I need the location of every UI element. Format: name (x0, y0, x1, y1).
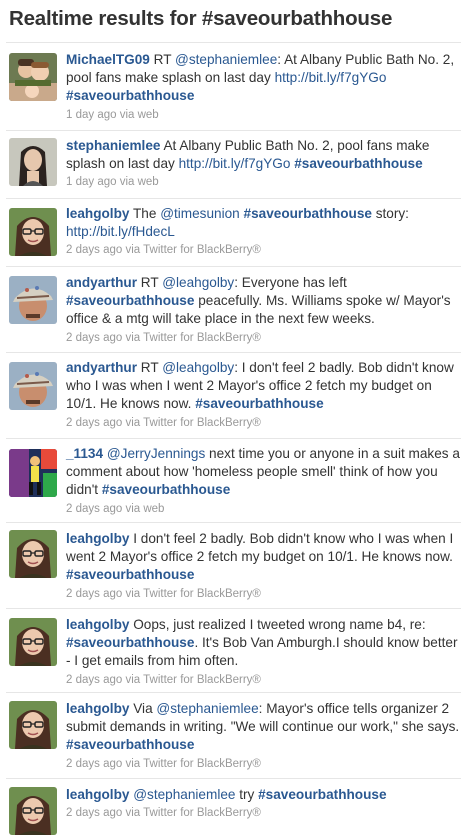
tweet-text: try (235, 787, 259, 802)
mention-link[interactable]: @timesunion (160, 206, 240, 221)
tweet-item: stephaniemlee At Albany Public Bath No. … (6, 131, 461, 199)
tweet-text: Via (129, 701, 157, 716)
tweet-text: RT (137, 360, 163, 375)
tweet-item: leahgolby Via @stephaniemlee: Mayor's of… (6, 693, 461, 779)
tweet-username-link[interactable]: _1134 (66, 446, 103, 461)
tweet-meta: 1 day ago via web (66, 176, 159, 189)
tweet-meta: 2 days ago via Twitter for BlackBerry® (66, 416, 261, 429)
tweet-meta: 2 days ago via Twitter for BlackBerry® (66, 331, 261, 344)
mention-link[interactable]: @stephaniemlee (175, 52, 277, 67)
avatar-man-cap[interactable] (9, 362, 57, 410)
tweet-item: MichaelTG09 RT @stephaniemlee: At Albany… (6, 43, 461, 131)
tweet-item: leahgolby I don't feel 2 badly. Bob didn… (6, 523, 461, 609)
tweet-item: _1134 @JerryJennings next time you or an… (6, 439, 461, 523)
tweet-username-link[interactable]: andyarthur (66, 360, 137, 375)
tweet-text: RT (137, 275, 163, 290)
mention-link[interactable]: @leahgolby (162, 275, 234, 290)
tweet-item: leahgolby @stephaniemlee try #saveourbat… (6, 779, 461, 840)
hashtag-link[interactable]: #saveourbathhouse (102, 482, 230, 497)
tweet-item: leahgolby The @timesunion #saveourbathho… (6, 199, 461, 267)
url-link[interactable]: http://bit.ly/fHdecL (66, 224, 175, 239)
tweet-item: leahgolby Oops, just realized I tweeted … (6, 609, 461, 693)
avatar-woman-glasses[interactable] (9, 618, 57, 666)
tweet-meta: 2 days ago via web (66, 502, 165, 515)
tweet-text: The (129, 206, 161, 221)
tweet-body: andyarthur RT @leahgolby: Everyone has l… (66, 274, 461, 346)
avatar-figure-art[interactable] (9, 449, 57, 497)
tweet-list: MichaelTG09 RT @stephaniemlee: At Albany… (0, 43, 465, 840)
tweet-body: leahgolby Via @stephaniemlee: Mayor's of… (66, 700, 461, 772)
tweet-username-link[interactable]: leahgolby (66, 531, 129, 546)
tweet-body: _1134 @JerryJennings next time you or an… (66, 445, 461, 517)
url-link[interactable]: http://bit.ly/f7gYGo (179, 156, 291, 171)
tweet-text: story: (371, 206, 409, 221)
hashtag-link[interactable]: #saveourbathhouse (66, 293, 194, 308)
tweet-username-link[interactable]: leahgolby (66, 617, 129, 632)
avatar-man-cap[interactable] (9, 276, 57, 324)
hashtag-link[interactable]: #saveourbathhouse (195, 396, 323, 411)
tweet-meta: 2 days ago via Twitter for BlackBerry® (66, 757, 261, 770)
tweet-text: : Everyone has left (234, 275, 347, 290)
hashtag-link[interactable]: #saveourbathhouse (244, 206, 372, 221)
avatar-couple[interactable] (9, 53, 57, 101)
tweet-body: leahgolby I don't feel 2 badly. Bob didn… (66, 530, 461, 602)
tweet-username-link[interactable]: leahgolby (66, 701, 129, 716)
avatar-woman-glasses[interactable] (9, 787, 57, 835)
tweet-username-link[interactable]: leahgolby (66, 787, 129, 802)
tweet-username-link[interactable]: leahgolby (66, 206, 129, 221)
page-title: Realtime results for #saveourbathhouse (9, 7, 393, 30)
tweet-meta: 2 days ago via Twitter for BlackBerry® (66, 244, 261, 257)
tweet-username-link[interactable]: andyarthur (66, 275, 137, 290)
hashtag-link[interactable]: #saveourbathhouse (66, 567, 194, 582)
tweet-meta: 2 days ago via Twitter for BlackBerry® (66, 807, 261, 820)
tweet-body: stephaniemlee At Albany Public Bath No. … (66, 137, 461, 190)
url-link[interactable]: http://bit.ly/f7gYGo (275, 70, 387, 85)
tweet-body: andyarthur RT @leahgolby: I don't feel 2… (66, 359, 461, 431)
tweet-username-link[interactable]: stephaniemlee (66, 138, 160, 153)
avatar-woman-glasses[interactable] (9, 701, 57, 749)
hashtag-link[interactable]: #saveourbathhouse (258, 787, 386, 802)
avatar-woman-glasses[interactable] (9, 208, 57, 256)
hashtag-link[interactable]: #saveourbathhouse (66, 88, 194, 103)
tweet-item: andyarthur RT @leahgolby: Everyone has l… (6, 267, 461, 353)
tweet-meta: 1 day ago via web (66, 108, 159, 121)
tweet-meta: 2 days ago via Twitter for BlackBerry® (66, 587, 261, 600)
avatar-woman-dark-hair[interactable] (9, 138, 57, 186)
tweet-text: Oops, just realized I tweeted wrong name… (129, 617, 426, 632)
tweet-body: leahgolby @stephaniemlee try #saveourbat… (66, 786, 461, 821)
avatar-woman-glasses[interactable] (9, 530, 57, 578)
search-results-page: Realtime results for #saveourbathhouse M… (0, 0, 465, 840)
mention-link[interactable]: @stephaniemlee (156, 701, 258, 716)
tweet-item: andyarthur RT @leahgolby: I don't feel 2… (6, 353, 461, 439)
tweet-username-link[interactable]: MichaelTG09 (66, 52, 150, 67)
tweet-meta: 2 days ago via Twitter for BlackBerry® (66, 673, 261, 686)
mention-link[interactable]: @leahgolby (162, 360, 234, 375)
hashtag-link[interactable]: #saveourbathhouse (294, 156, 422, 171)
tweet-body: MichaelTG09 RT @stephaniemlee: At Albany… (66, 51, 461, 123)
tweet-body: leahgolby Oops, just realized I tweeted … (66, 616, 461, 688)
hashtag-link[interactable]: #saveourbathhouse (66, 737, 194, 752)
hashtag-link[interactable]: #saveourbathhouse (66, 635, 194, 650)
mention-link[interactable]: @JerryJennings (107, 446, 205, 461)
mention-link[interactable]: @stephaniemlee (133, 787, 235, 802)
tweet-body: leahgolby The @timesunion #saveourbathho… (66, 205, 461, 258)
tweet-text: RT (149, 52, 176, 67)
